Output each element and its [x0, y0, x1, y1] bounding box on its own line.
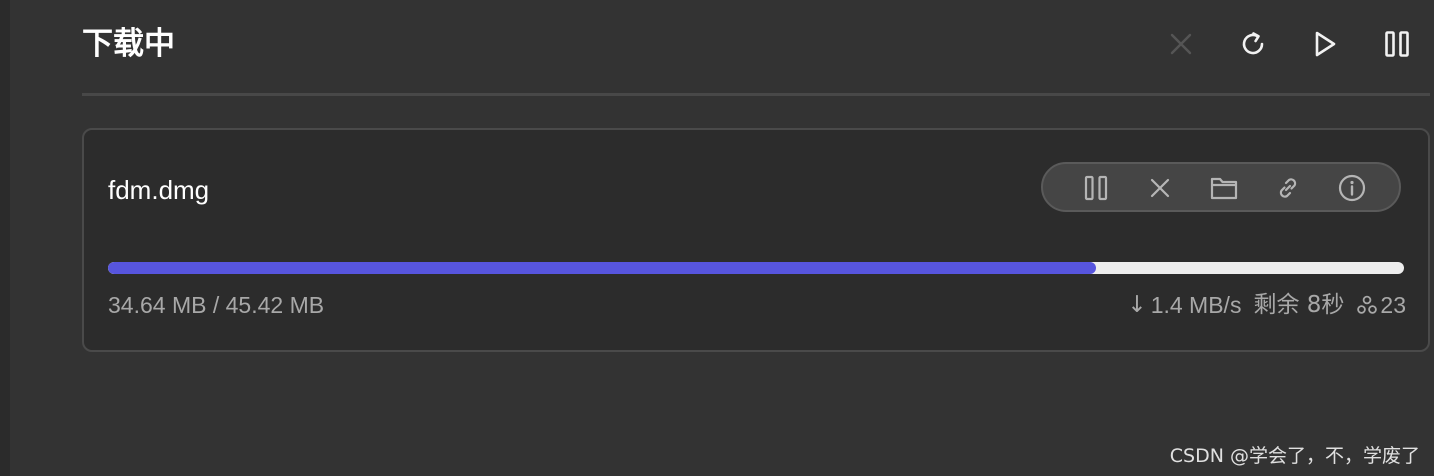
folder-icon	[1210, 177, 1238, 200]
progress-fill	[108, 262, 1097, 274]
page-title: 下载中	[82, 26, 175, 62]
close-icon	[1150, 178, 1170, 198]
refresh-all-button[interactable]	[1235, 26, 1271, 62]
download-speed: 1.4 MB/s	[1150, 292, 1242, 318]
watermark: CSDN @学会了，不，学废了	[1169, 445, 1420, 467]
left-sidebar-edge	[0, 0, 10, 476]
download-info-button[interactable]	[1335, 171, 1369, 205]
pause-icon	[1385, 31, 1409, 57]
peers-icon	[1356, 294, 1378, 316]
download-arrow-icon: ↓	[1127, 292, 1147, 318]
copy-link-button[interactable]	[1271, 171, 1305, 205]
pause-all-button[interactable]	[1379, 26, 1415, 62]
link-icon	[1279, 178, 1297, 198]
resume-all-button[interactable]	[1307, 26, 1343, 62]
cancel-all-button[interactable]	[1163, 26, 1199, 62]
file-name: fdm.dmg	[108, 175, 210, 205]
download-stats: ↓ 1.4 MB/s 剩余 8秒 23	[1127, 290, 1406, 320]
pause-icon	[1084, 175, 1108, 201]
download-item-toolbar	[1041, 162, 1401, 212]
cancel-download-button[interactable]	[1143, 171, 1177, 205]
pause-download-button[interactable]	[1079, 171, 1113, 205]
play-icon	[1315, 31, 1336, 57]
info-icon	[1338, 174, 1366, 202]
download-size: 34.64 MB / 45.42 MB	[108, 292, 325, 318]
open-folder-button[interactable]	[1207, 171, 1241, 205]
downloads-header: 下载中	[82, 0, 1430, 96]
time-remaining: 剩余 8秒	[1253, 292, 1345, 318]
downloads-window: 下载中 fdm.dmg 34.64 MB / 45.42 MB ↓ 1.4 MB…	[0, 0, 1434, 476]
refresh-icon	[1242, 32, 1264, 55]
download-item[interactable]: fdm.dmg 34.64 MB / 45.42 MB ↓ 1.4 MB/s 剩…	[82, 128, 1430, 352]
peer-count: 23	[1380, 292, 1406, 318]
progress-bar	[108, 262, 1404, 274]
close-icon	[1170, 33, 1192, 55]
